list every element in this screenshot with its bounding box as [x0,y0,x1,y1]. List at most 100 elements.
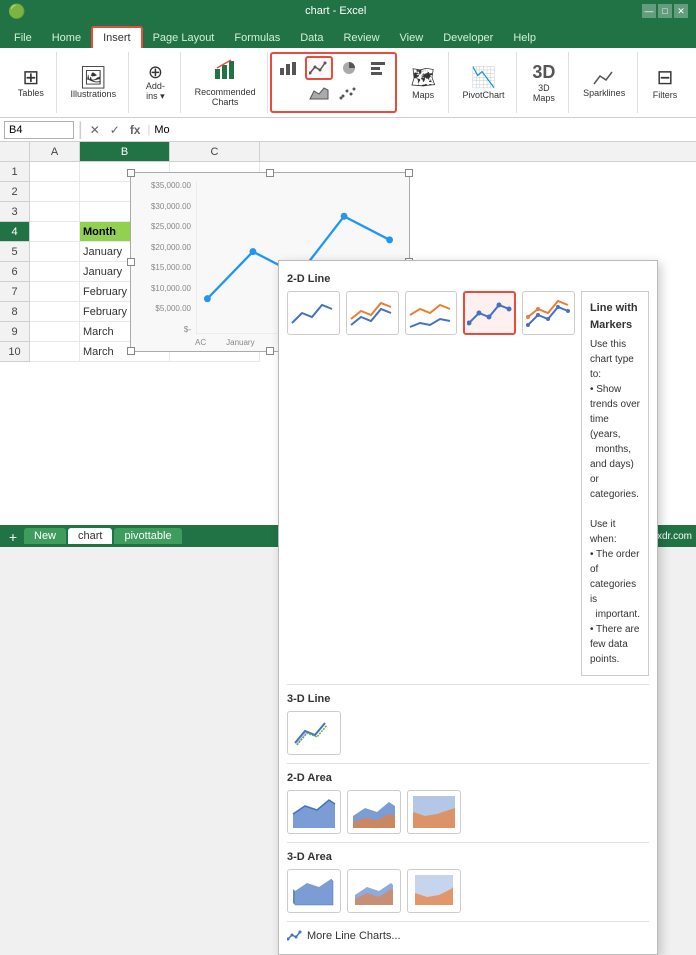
row-header-2[interactable]: 2 [0,182,30,202]
tab-data[interactable]: Data [290,28,333,48]
chart-handle-bl[interactable] [127,347,135,355]
tab-pagelayout[interactable]: Page Layout [143,28,225,48]
cell-a6[interactable] [30,262,80,282]
row-header-8[interactable]: 8 [0,302,30,322]
scatter-chart-button[interactable] [335,82,361,104]
ribbon-group-illustrations: 🖼 Illustrations [59,52,129,113]
3d-area-option-2[interactable] [347,869,401,913]
ribbon-group-3d: 3D 3DMaps [519,52,569,113]
line-chart-option-5[interactable] [522,291,575,335]
tab-file[interactable]: File [4,28,42,48]
tab-review[interactable]: Review [333,28,389,48]
cell-a4[interactable] [30,222,80,242]
cell-a2[interactable] [30,182,80,202]
2d-line-options: Line with Markers Use this chart type to… [287,291,649,676]
chart-handle-ml[interactable] [127,258,135,266]
row-header-5[interactable]: 5 [0,242,30,262]
line-chart-option-3[interactable] [405,291,458,335]
chart-y-label: $15,000.00 [139,263,191,272]
column-chart-button[interactable] [276,57,302,79]
cell-a7[interactable] [30,282,80,302]
area-chart-button[interactable] [306,82,332,104]
pie-chart-button[interactable] [336,57,362,79]
more-line-charts-link[interactable]: More Line Charts... [287,926,649,946]
formula-bar: | ✕ ✓ fx | Mo [0,118,696,142]
ribbon-group-filters: ⊟ Filters [640,52,690,113]
col-header-b[interactable]: B [80,142,170,161]
tab-view[interactable]: View [390,28,434,48]
cell-a1[interactable] [30,162,80,182]
sheet-tab-pivottable[interactable]: pivottable [114,528,181,544]
chart-y-label: $35,000.00 [139,181,191,190]
cell-a9[interactable] [30,322,80,342]
line-chart-button[interactable] [305,56,333,80]
col-header-c[interactable]: C [170,142,260,161]
2d-line-title: 2-D Line [287,269,649,291]
minimize-button[interactable]: — [642,4,656,18]
chart-handle-tl[interactable] [127,169,135,177]
corner-header [0,142,30,161]
3d-area-option-1[interactable] [287,869,341,913]
col-headers: A B C [0,142,696,162]
tab-formulas[interactable]: Formulas [224,28,290,48]
row-header-10[interactable]: 10 [0,342,30,362]
3d-line-option[interactable] [287,711,341,755]
row-header-9[interactable]: 9 [0,322,30,342]
section-divider-3 [287,842,649,843]
sheet-tab-chart[interactable]: chart [68,528,112,544]
3d-area-option-3[interactable] [407,869,461,913]
row-header-4[interactable]: 4 [0,222,30,242]
recommended-charts-button[interactable]: RecommendedCharts [189,55,262,111]
row-header-7[interactable]: 7 [0,282,30,302]
maps-button[interactable]: 🗺 Maps [404,61,441,104]
cell-a5[interactable] [30,242,80,262]
area-option-1[interactable] [287,790,341,834]
confirm-formula-button[interactable]: ✓ [107,123,123,137]
chart-handle-tr[interactable] [405,169,413,177]
tab-help[interactable]: Help [503,28,546,48]
tab-home[interactable]: Home [42,28,91,48]
addins-button[interactable]: ⊕ Add-ins ▾ [140,59,171,106]
tab-developer[interactable]: Developer [433,28,503,48]
row-header-6[interactable]: 6 [0,262,30,282]
ribbon-tabs: File Home Insert Page Layout Formulas Da… [0,22,696,48]
name-box[interactable] [4,121,74,139]
chart-x-label: AC [195,338,206,347]
sparklines-button[interactable]: Sparklines [577,64,631,102]
add-sheet-button[interactable]: + [4,530,22,544]
cell-a10[interactable] [30,342,80,362]
tables-button[interactable]: ⊞ Tables [12,64,50,102]
cell-a8[interactable] [30,302,80,322]
maximize-button[interactable]: □ [658,4,672,18]
chart-handle-tm[interactable] [266,169,274,177]
line-chart-option-2[interactable] [346,291,399,335]
ribbon-group-recommended-charts: RecommendedCharts [183,52,269,113]
chart-y-label: $25,000.00 [139,222,191,231]
col-header-a[interactable]: A [30,142,80,161]
title-bar: 🟢 chart - Excel — □ ✕ [0,0,696,22]
sheet-tab-new[interactable]: New [24,528,66,544]
area-option-2[interactable] [347,790,401,834]
close-button[interactable]: ✕ [674,4,688,18]
row-header-3[interactable]: 3 [0,202,30,222]
illustrations-button[interactable]: 🖼 Illustrations [65,63,123,103]
filters-button[interactable]: ⊟ Filters [647,61,684,104]
cancel-formula-button[interactable]: ✕ [87,123,103,137]
cell-a3[interactable] [30,202,80,222]
insert-function-button[interactable]: fx [127,123,144,137]
line-with-markers-option[interactable] [463,291,516,335]
row-header-1[interactable]: 1 [0,162,30,182]
line-charts-dropdown: 2-D Line [278,260,658,955]
tab-insert[interactable]: Insert [91,26,143,48]
filters-icon: ⊟ [657,65,674,90]
pivotchart-button[interactable]: 📉 PivotChart [457,61,511,104]
line-chart-option-1[interactable] [287,291,340,335]
3d-area-title: 3-D Area [287,847,649,869]
area-option-3[interactable] [407,790,461,834]
title-bar-controls: — □ ✕ [642,4,688,18]
ribbon-group-pivotchart: 📉 PivotChart [451,52,518,113]
3d-line-options [287,711,649,755]
3d-button[interactable]: 3D 3DMaps [526,58,561,107]
bar-chart-button[interactable] [365,57,391,79]
chart-handle-bm[interactable] [266,347,274,355]
